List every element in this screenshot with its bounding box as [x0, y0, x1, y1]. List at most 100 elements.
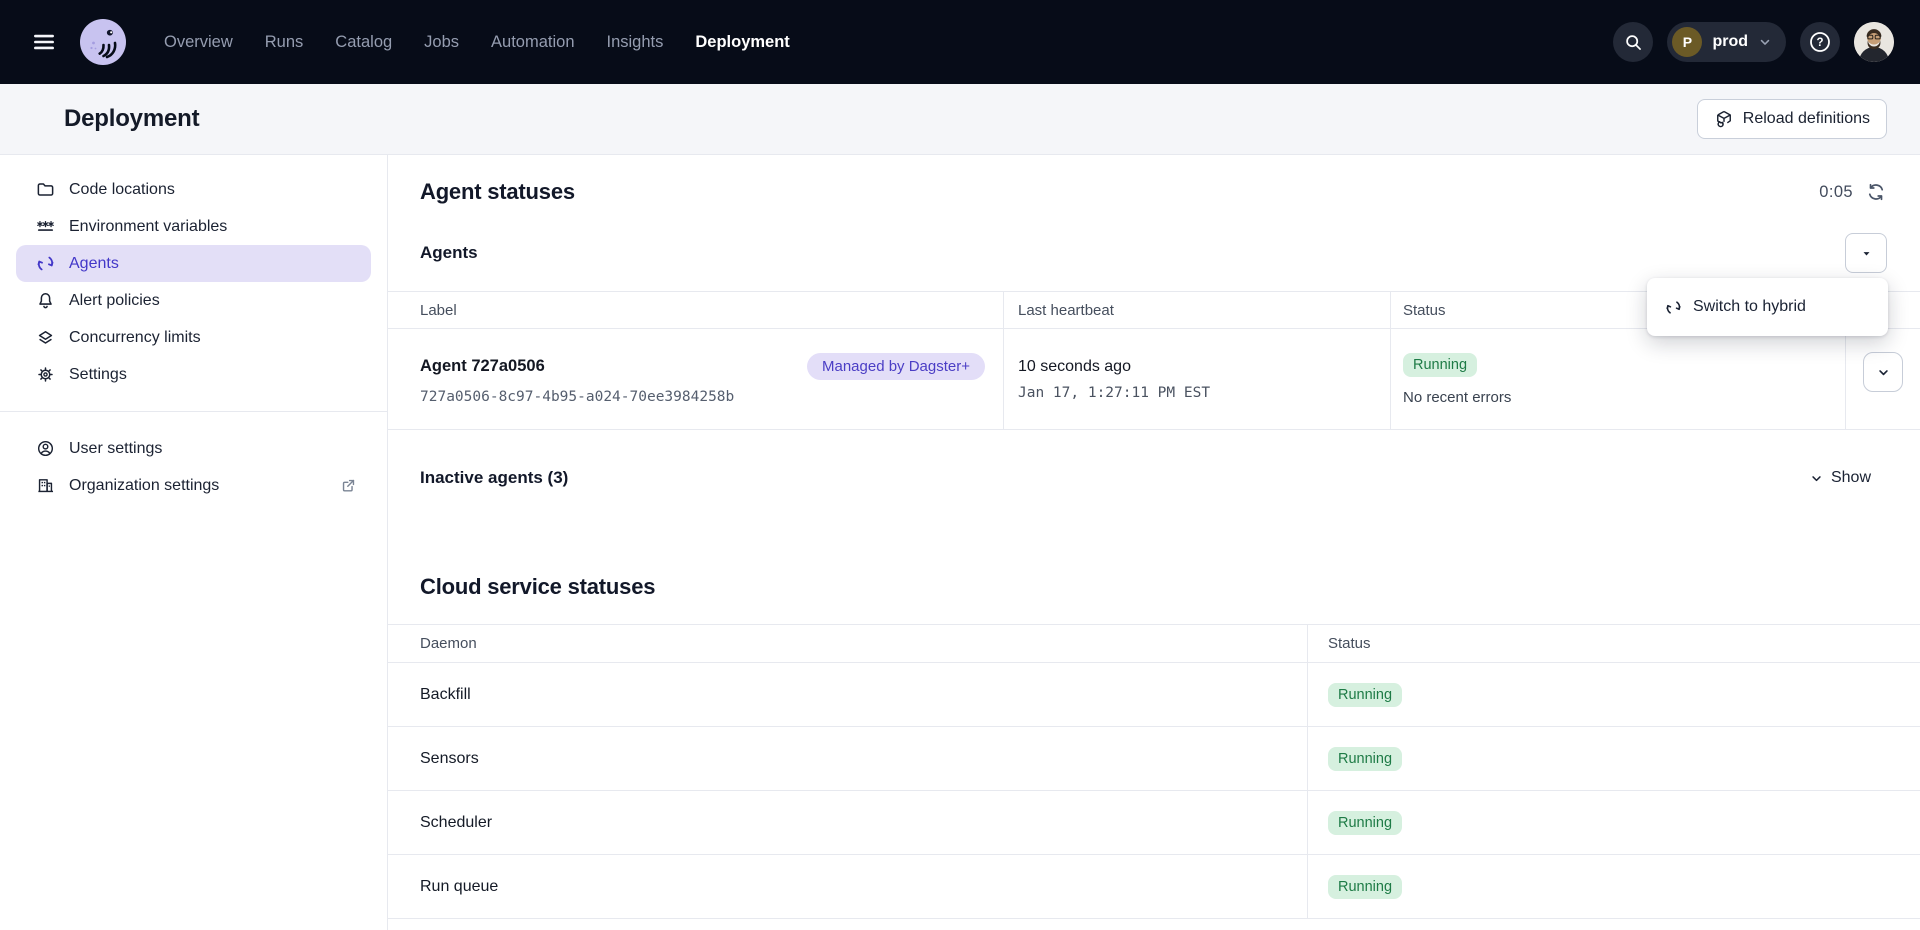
- user-avatar[interactable]: [1854, 22, 1894, 62]
- agent-statuses-title: Agent statuses: [420, 179, 575, 205]
- daemon-name: Run queue: [388, 855, 1307, 918]
- agents-actions-menu: Switch to hybrid: [1647, 278, 1888, 336]
- sidebar-item-label: Environment variables: [69, 218, 227, 236]
- menu-item-label: Switch to hybrid: [1693, 298, 1806, 316]
- deployment-avatar: P: [1672, 27, 1702, 57]
- folder-icon: [36, 180, 55, 199]
- nav-item-deployment[interactable]: Deployment: [695, 33, 789, 52]
- dagster-app: Overview Runs Catalog Jobs Automation In…: [0, 0, 1920, 930]
- sidebar-item-settings[interactable]: Settings: [16, 356, 371, 393]
- deployment-switcher[interactable]: P prod: [1667, 22, 1786, 62]
- nav-item-catalog[interactable]: Catalog: [335, 33, 392, 52]
- top-navbar: Overview Runs Catalog Jobs Automation In…: [0, 0, 1920, 84]
- column-header-label: Label: [388, 292, 1003, 328]
- sidebar-item-label: Agents: [69, 255, 119, 273]
- sidebar-item-label: Code locations: [69, 181, 175, 199]
- navbar-right-cluster: P prod ?: [1613, 22, 1894, 62]
- sidebar-item-user-settings[interactable]: User settings: [16, 430, 371, 467]
- hamburger-menu-icon[interactable]: [26, 24, 62, 60]
- layers-icon: [36, 328, 55, 347]
- daemon-row-run-queue: Run queue Running: [388, 855, 1920, 919]
- agent-id: 727a0506-8c97-4b95-a024-70ee3984258b: [420, 389, 1003, 405]
- page-title: Deployment: [64, 105, 199, 133]
- status-note: No recent errors: [1403, 389, 1845, 406]
- page-header: Deployment Reload definitions: [0, 84, 1920, 155]
- nav-item-insights[interactable]: Insights: [607, 33, 664, 52]
- sidebar-item-label: Concurrency limits: [69, 329, 201, 347]
- bell-icon: [36, 291, 55, 310]
- agents-heading: Agents: [420, 243, 478, 263]
- status-badge: Running: [1403, 353, 1477, 377]
- status-badge: Running: [1328, 875, 1402, 899]
- agents-actions-dropdown-button[interactable]: [1845, 233, 1887, 273]
- show-label: Show: [1831, 469, 1871, 487]
- daemon-row-sensors: Sensors Running: [388, 727, 1920, 791]
- agent-cycle-icon: [1665, 299, 1682, 316]
- sidebar-item-agents[interactable]: Agents: [16, 245, 371, 282]
- cloud-service-statuses-title: Cloud service statuses: [420, 574, 1920, 600]
- managed-by-badge: Managed by Dagster+: [807, 353, 985, 380]
- refresh-icon: [1866, 182, 1886, 202]
- nav-item-automation[interactable]: Automation: [491, 33, 574, 52]
- refresh-button[interactable]: [1866, 182, 1886, 202]
- menu-item-switch-to-hybrid[interactable]: Switch to hybrid: [1653, 285, 1882, 329]
- sidebar-item-concurrency-limits[interactable]: Concurrency limits: [16, 319, 371, 356]
- reload-definitions-label: Reload definitions: [1743, 110, 1870, 128]
- agent-table-row: Agent 727a0506 Managed by Dagster+ 727a0…: [388, 329, 1920, 430]
- chevron-down-icon: [1876, 365, 1891, 380]
- sidebar-item-code-locations[interactable]: Code locations: [16, 171, 371, 208]
- search-button[interactable]: [1613, 22, 1653, 62]
- nav-item-jobs[interactable]: Jobs: [424, 33, 459, 52]
- caret-down-icon: [1860, 247, 1873, 260]
- daemon-row-scheduler: Scheduler Running: [388, 791, 1920, 855]
- deployment-sidebar: Code locations Environment variables Age…: [0, 155, 388, 930]
- column-header-daemon: Daemon: [388, 625, 1307, 662]
- sidebar-item-alert-policies[interactable]: Alert policies: [16, 282, 371, 319]
- help-icon: ?: [1808, 30, 1832, 54]
- inactive-agents-show-toggle[interactable]: Show: [1809, 469, 1871, 487]
- status-badge: Running: [1328, 747, 1402, 771]
- column-header-status: Status: [1307, 625, 1920, 662]
- reload-definitions-button[interactable]: Reload definitions: [1697, 99, 1887, 139]
- agents-page: Agent statuses 0:05 Agents: [388, 155, 1920, 930]
- sidebar-item-organization-settings[interactable]: Organization settings: [16, 467, 371, 504]
- reload-package-icon: [1714, 109, 1734, 129]
- help-button[interactable]: ?: [1800, 22, 1840, 62]
- deployment-name: prod: [1712, 33, 1748, 51]
- sidebar-item-label: Organization settings: [69, 477, 219, 495]
- status-badge: Running: [1328, 683, 1402, 707]
- daemon-name: Backfill: [388, 663, 1307, 726]
- sidebar-item-environment-variables[interactable]: Environment variables: [16, 208, 371, 245]
- sidebar-item-label: Settings: [69, 366, 127, 384]
- user-circle-icon: [36, 439, 55, 458]
- daemon-row-backfill: Backfill Running: [388, 663, 1920, 727]
- search-icon: [1623, 32, 1644, 53]
- dagster-logo[interactable]: [78, 17, 128, 67]
- cloud-services-table-header: Daemon Status: [388, 624, 1920, 663]
- sidebar-item-label: Alert policies: [69, 292, 160, 310]
- nav-item-runs[interactable]: Runs: [265, 33, 304, 52]
- daemon-name: Scheduler: [388, 791, 1307, 854]
- status-badge: Running: [1328, 811, 1402, 835]
- column-header-last-heartbeat: Last heartbeat: [1003, 292, 1390, 328]
- sidebar-divider: [0, 411, 387, 412]
- heartbeat-absolute: Jan 17, 1:27:11 PM EST: [1018, 385, 1390, 401]
- external-link-icon: [340, 477, 357, 494]
- agent-name: Agent 727a0506: [420, 357, 545, 376]
- inactive-agents-label: Inactive agents (3): [420, 468, 568, 488]
- svg-text:?: ?: [1816, 37, 1823, 49]
- gear-icon: [36, 365, 55, 384]
- refresh-timer: 0:05: [1819, 182, 1886, 202]
- daemon-name: Sensors: [388, 727, 1307, 790]
- env-vars-icon: [36, 217, 55, 236]
- cloud-services-table: Daemon Status Backfill Running Sensors R…: [388, 624, 1920, 919]
- nav-item-overview[interactable]: Overview: [164, 33, 233, 52]
- building-icon: [36, 476, 55, 495]
- sidebar-item-label: User settings: [69, 440, 162, 458]
- chevron-down-icon: [1758, 35, 1772, 49]
- primary-nav: Overview Runs Catalog Jobs Automation In…: [164, 33, 790, 52]
- agent-row-actions-button[interactable]: [1863, 352, 1903, 392]
- chevron-down-icon: [1809, 471, 1824, 486]
- heartbeat-relative: 10 seconds ago: [1018, 358, 1390, 376]
- agent-cycle-icon: [36, 254, 55, 273]
